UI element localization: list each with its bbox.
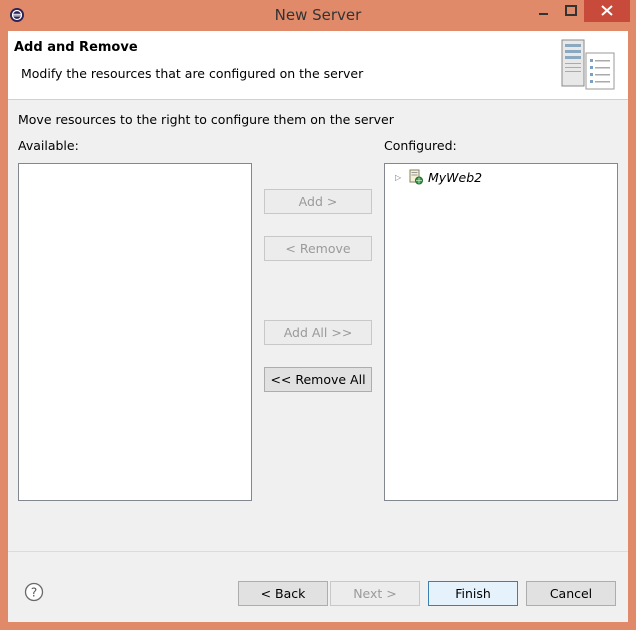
- finish-button[interactable]: Finish: [428, 581, 518, 606]
- configured-label: Configured:: [384, 138, 457, 153]
- instruction-text: Move resources to the right to configure…: [18, 112, 394, 127]
- expand-arrow-icon[interactable]: ▷: [395, 173, 405, 182]
- add-all-button[interactable]: Add All >>: [264, 320, 372, 345]
- page-title: Add and Remove: [14, 40, 138, 55]
- wizard-banner: Add and Remove Modify the resources that…: [8, 31, 628, 100]
- page-description: Modify the resources that are configured…: [21, 66, 364, 81]
- minimize-button[interactable]: [528, 0, 558, 22]
- add-button[interactable]: Add >: [264, 189, 372, 214]
- close-button[interactable]: [584, 0, 630, 22]
- available-label: Available:: [18, 138, 79, 153]
- remove-all-button[interactable]: << Remove All: [264, 367, 372, 392]
- web-project-icon: [409, 169, 423, 185]
- maximize-icon: [565, 5, 577, 16]
- minimize-icon: [539, 13, 548, 15]
- close-icon: [601, 5, 613, 16]
- remove-button[interactable]: < Remove: [264, 236, 372, 261]
- available-list[interactable]: [18, 163, 252, 501]
- dialog-client: Add and Remove Modify the resources that…: [8, 31, 628, 622]
- maximize-button[interactable]: [558, 0, 584, 22]
- tree-item-myweb2[interactable]: ▷ MyWeb2: [395, 168, 482, 186]
- dialog-window: New Server Add and Remove Modify the res…: [0, 0, 636, 630]
- title-bar: New Server: [0, 0, 636, 31]
- server-icon: [561, 39, 615, 90]
- svg-text:?: ?: [31, 586, 37, 600]
- next-button[interactable]: Next >: [330, 581, 420, 606]
- tree-item-label: MyWeb2: [428, 169, 483, 185]
- footer-separator: [8, 551, 628, 552]
- configured-list[interactable]: ▷ MyWeb2: [384, 163, 618, 501]
- cancel-button[interactable]: Cancel: [526, 581, 616, 606]
- back-button[interactable]: < Back: [238, 581, 328, 606]
- help-icon[interactable]: ?: [24, 582, 44, 602]
